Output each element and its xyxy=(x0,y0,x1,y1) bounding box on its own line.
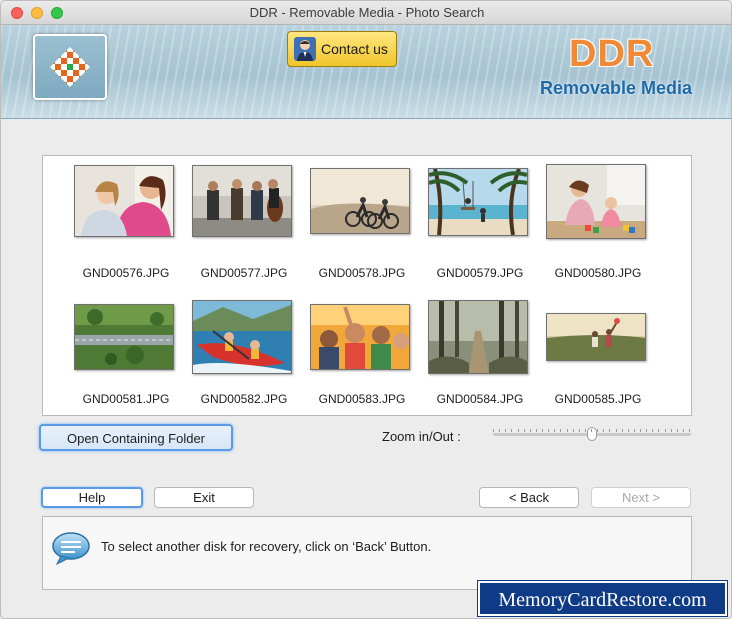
photo-thumbnail[interactable] xyxy=(546,164,646,239)
zoom-slider-tick xyxy=(628,429,629,432)
zoom-slider-tick xyxy=(622,429,623,432)
contact-us-button[interactable]: Contact us xyxy=(287,31,397,67)
zoom-slider-tick xyxy=(493,429,494,432)
photo-thumbnail[interactable] xyxy=(310,168,410,234)
app-logo xyxy=(33,34,107,100)
brand-title: DDR xyxy=(569,33,655,75)
zoom-slider-tick xyxy=(567,429,568,432)
zoom-slider-tick xyxy=(658,429,659,432)
photo-filename: GND00581.JPG xyxy=(82,392,170,406)
speech-bubble-icon xyxy=(52,532,90,565)
back-button[interactable]: < Back xyxy=(479,487,579,508)
watermark-text: MemoryCardRestore.com xyxy=(498,589,707,611)
zoom-slider-tick xyxy=(511,429,512,432)
zoom-label: Zoom in/Out : xyxy=(382,429,461,444)
zoom-slider-tick xyxy=(579,429,580,432)
zoom-slider-tick xyxy=(554,429,555,432)
zoom-slider-tick xyxy=(634,429,635,432)
zoom-slider-tick xyxy=(652,429,653,432)
app-window: DDR - Removable Media - Photo Search Con… xyxy=(0,0,732,619)
zoom-slider-tick xyxy=(616,429,617,432)
photo-filename: GND00576.JPG xyxy=(82,266,170,280)
photo-filename: GND00584.JPG xyxy=(436,392,524,406)
photo-filename: GND00585.JPG xyxy=(554,392,642,406)
zoom-slider-tick xyxy=(609,429,610,432)
photo-thumbnail[interactable] xyxy=(428,168,528,236)
zoom-slider-tick xyxy=(542,429,543,432)
zoom-slider-knob[interactable] xyxy=(587,427,597,441)
status-panel: To select another disk for recovery, cli… xyxy=(42,516,692,590)
zoom-slider-tick xyxy=(689,429,690,432)
photo-filename: GND00577.JPG xyxy=(200,266,288,280)
zoom-slider-tick xyxy=(560,429,561,432)
photo-filename: GND00578.JPG xyxy=(318,266,406,280)
photo-thumbnail[interactable] xyxy=(74,165,174,237)
photo-thumbnail[interactable] xyxy=(192,300,292,374)
zoom-slider-tick xyxy=(518,429,519,432)
photo-thumbnail[interactable] xyxy=(546,313,646,361)
zoom-slider-tick xyxy=(597,429,598,432)
zoom-slider-tick xyxy=(665,429,666,432)
zoom-slider-tick xyxy=(603,429,604,432)
photo-thumbnail[interactable] xyxy=(74,304,174,370)
photo-gallery: GND00576.JPG GND00577.JPG GND00578.JPG G… xyxy=(42,155,692,416)
exit-button[interactable]: Exit xyxy=(154,487,254,508)
photo-filename: GND00582.JPG xyxy=(200,392,288,406)
zoom-slider-tick xyxy=(671,429,672,432)
help-button[interactable]: Help xyxy=(41,487,143,508)
open-containing-folder-button[interactable]: Open Containing Folder xyxy=(39,424,233,451)
title-bar: DDR - Removable Media - Photo Search xyxy=(1,1,731,25)
zoom-slider-tick xyxy=(640,429,641,432)
zoom-slider-tick xyxy=(677,429,678,432)
next-button: Next > xyxy=(591,487,691,508)
watermark-banner: MemoryCardRestore.com xyxy=(478,581,727,616)
photo-thumbnail[interactable] xyxy=(192,165,292,237)
brand-subtitle: Removable Media xyxy=(540,78,693,98)
photo-filename: GND00579.JPG xyxy=(436,266,524,280)
checkered-logo-icon xyxy=(50,47,90,87)
zoom-slider-tick xyxy=(573,429,574,432)
zoom-slider-tick xyxy=(505,429,506,432)
zoom-slider[interactable] xyxy=(493,421,691,445)
zoom-slider-tick xyxy=(536,429,537,432)
zoom-slider-tick xyxy=(646,429,647,432)
contact-us-label: Contact us xyxy=(321,41,388,57)
header-banner: Contact us DDR Removable Media xyxy=(1,25,731,119)
photo-thumbnail[interactable] xyxy=(310,304,410,370)
photo-thumbnail[interactable] xyxy=(428,300,528,374)
zoom-slider-tick xyxy=(548,429,549,432)
zoom-slider-tick xyxy=(591,429,592,432)
zoom-slider-tick xyxy=(585,429,586,432)
zoom-slider-tick xyxy=(499,429,500,432)
zoom-slider-tick xyxy=(683,429,684,432)
support-person-icon xyxy=(294,37,316,61)
window-title: DDR - Removable Media - Photo Search xyxy=(249,5,485,20)
photo-filename: GND00580.JPG xyxy=(554,266,642,280)
status-message: To select another disk for recovery, cli… xyxy=(101,539,432,554)
zoom-slider-tick xyxy=(530,429,531,432)
photo-filename: GND00583.JPG xyxy=(318,392,406,406)
zoom-slider-tick xyxy=(524,429,525,432)
